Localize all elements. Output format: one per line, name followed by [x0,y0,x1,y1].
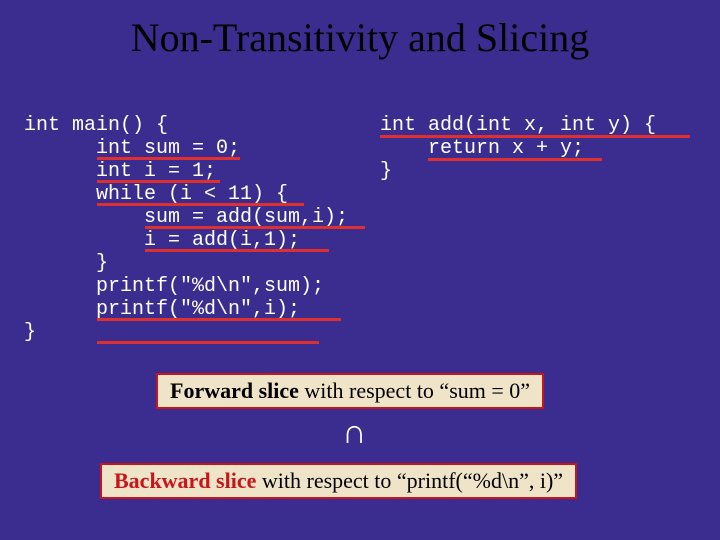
underline [145,249,329,252]
backward-slice-box: Backward slice with respect to “printf(“… [100,463,577,499]
underline [145,226,365,229]
forward-slice-box: Forward slice with respect to “sum = 0” [156,373,544,409]
underline [97,203,304,206]
backward-slice-label-bold: Backward slice [114,468,256,493]
backward-slice-label-rest: with respect to “printf(“%d\n”, i)” [256,468,563,493]
intersection-icon: ∩ [342,414,367,452]
code-block-add: int add(int x, int y) { return x + y; } [380,114,662,183]
underline [380,135,690,138]
forward-slice-label-rest: with respect to “sum = 0” [299,378,530,403]
underline [428,158,602,161]
underline [97,341,319,344]
slide-root: Non-Transitivity and Slicing int main() … [0,0,720,540]
forward-slice-label-bold: Forward slice [170,378,299,403]
code-block-main: int main() { int sum = 0; int i = 1; whi… [24,114,348,344]
page-title: Non-Transitivity and Slicing [0,14,720,61]
underline [97,180,220,183]
underline [97,318,341,321]
underline [97,157,240,160]
